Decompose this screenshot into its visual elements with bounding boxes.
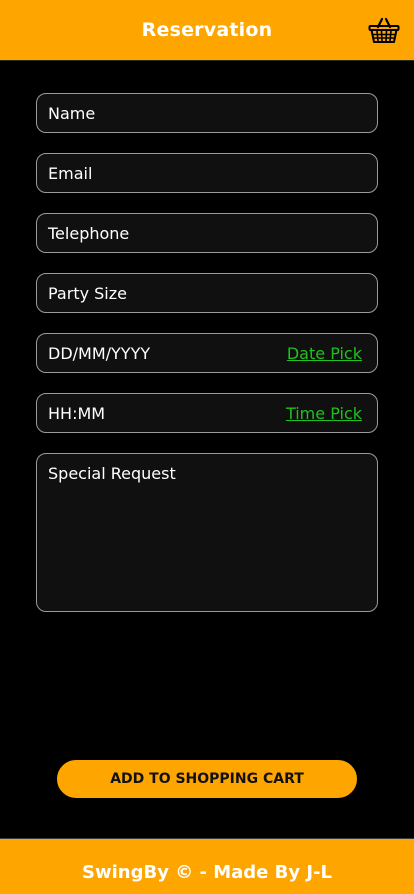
telephone-field[interactable]: Telephone (36, 213, 378, 253)
email-placeholder: Email (48, 164, 93, 183)
date-placeholder: DD/MM/YYYY (48, 344, 151, 363)
time-placeholder: HH:MM (48, 404, 106, 423)
time-field[interactable]: HH:MM Time Pick (36, 393, 378, 433)
add-to-cart-button[interactable]: ADD TO SHOPPING CART (56, 759, 358, 799)
reservation-screen: Reservation Name Email Telephone Party S… (0, 0, 414, 894)
footer-credit: SwingBy © - Made By J-L (82, 862, 332, 883)
date-field[interactable]: DD/MM/YYYY Date Pick (36, 333, 378, 373)
date-pick-link[interactable]: Date Pick (287, 344, 362, 363)
telephone-placeholder: Telephone (48, 224, 130, 243)
special-request-textarea[interactable]: Special Request (36, 453, 378, 612)
app-footer: SwingBy © - Made By J-L (0, 838, 414, 894)
special-request-placeholder: Special Request (48, 464, 176, 483)
name-placeholder: Name (48, 104, 96, 123)
app-header: Reservation (0, 0, 414, 61)
party-size-field[interactable]: Party Size (36, 273, 378, 313)
page-title: Reservation (141, 19, 273, 41)
email-field[interactable]: Email (36, 153, 378, 193)
party-size-placeholder: Party Size (48, 284, 127, 303)
time-pick-link[interactable]: Time Pick (286, 404, 362, 423)
shopping-basket-icon[interactable] (368, 16, 400, 44)
name-field[interactable]: Name (36, 93, 378, 133)
